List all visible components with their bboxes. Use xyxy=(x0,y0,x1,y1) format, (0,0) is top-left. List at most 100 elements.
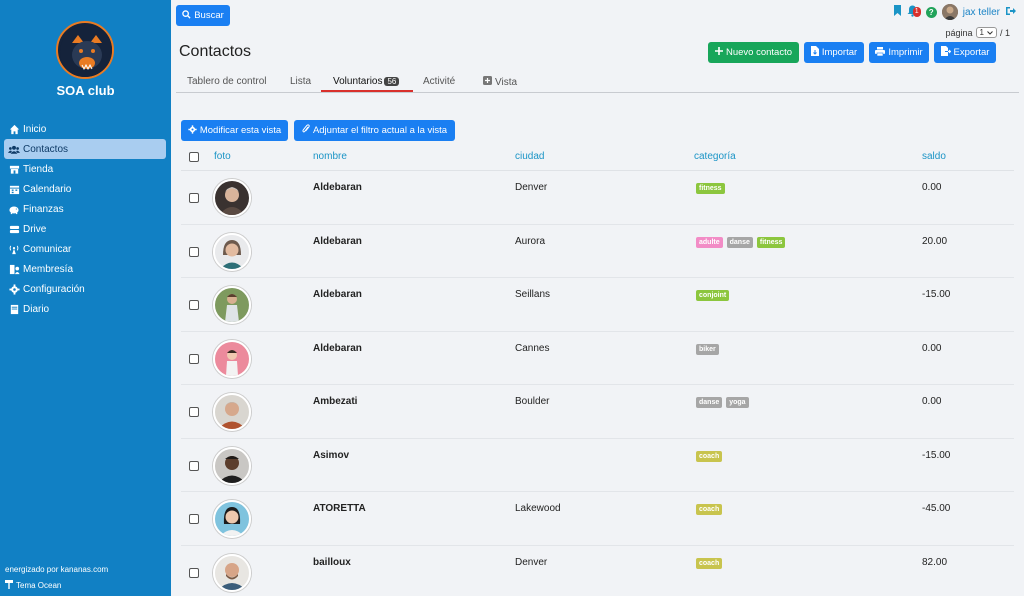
column-header-balance[interactable]: saldo xyxy=(922,151,946,162)
category-tag[interactable]: fitness xyxy=(696,183,725,194)
contact-balance: 0.00 xyxy=(922,396,942,407)
bookmark-icon[interactable] xyxy=(893,5,902,19)
table-row[interactable]: Ambezati Boulder danse yoga 0.00 xyxy=(181,385,1014,439)
print-button[interactable]: Imprimir xyxy=(869,42,929,63)
row-checkbox[interactable] xyxy=(189,193,199,203)
notifications[interactable]: 1 xyxy=(907,5,921,19)
category-tag[interactable]: coach xyxy=(696,557,723,569)
print-icon xyxy=(875,46,886,59)
table-row[interactable]: Aldebaran Seillans conjoint -15.00 xyxy=(181,278,1014,332)
tab-lista[interactable]: Lista xyxy=(290,76,311,87)
sidebar-item-diario[interactable]: Diario xyxy=(4,299,166,319)
row-checkbox[interactable] xyxy=(189,407,199,417)
contact-photo[interactable] xyxy=(213,179,251,217)
contact-name[interactable]: Aldebaran xyxy=(313,289,362,300)
club-logo[interactable] xyxy=(56,21,114,79)
contact-name[interactable]: bailloux xyxy=(313,557,351,568)
tab-add-view[interactable]: Vista xyxy=(483,76,517,88)
import-button[interactable]: Importar xyxy=(804,42,864,63)
sidebar-item-finanzas[interactable]: Finanzas xyxy=(4,199,166,219)
theme-label: Tema Ocean xyxy=(16,581,62,590)
help-icon[interactable]: ? xyxy=(925,6,937,18)
category-tags: coach xyxy=(696,450,723,462)
column-header-category[interactable]: categoría xyxy=(694,151,736,162)
column-header-photo[interactable]: foto xyxy=(214,151,231,162)
category-tag[interactable]: danse xyxy=(726,236,753,248)
row-checkbox[interactable] xyxy=(189,353,199,364)
sidebar-item-label: Diario xyxy=(23,303,50,315)
select-all-checkbox[interactable] xyxy=(189,152,199,162)
sidebar-item-contactos[interactable]: Contactos xyxy=(4,139,166,159)
plus-icon xyxy=(714,47,723,58)
logout-icon[interactable] xyxy=(1005,6,1016,19)
user-avatar[interactable] xyxy=(941,4,958,20)
table-row[interactable]: Aldebaran Denver fitness 0.00 xyxy=(181,171,1014,225)
page-select[interactable]: 1 xyxy=(975,27,997,38)
contact-balance: 0.00 xyxy=(922,182,942,193)
contact-photo[interactable] xyxy=(213,393,251,431)
row-checkbox[interactable] xyxy=(189,567,199,578)
column-header-city[interactable]: ciudad xyxy=(515,151,544,162)
row-checkbox[interactable] xyxy=(189,460,199,471)
table-row[interactable]: Aldebaran Aurora adulte danse fitness 20… xyxy=(181,225,1014,278)
contact-name[interactable]: Aldebaran xyxy=(313,343,362,354)
category-tag[interactable]: yoga xyxy=(726,397,749,408)
contact-photo[interactable] xyxy=(213,339,251,378)
contact-name[interactable]: Ambezati xyxy=(313,396,357,407)
sidebar-item-label: Contactos xyxy=(23,143,69,155)
user-name[interactable]: jax teller xyxy=(963,7,1000,18)
sidebar-item-tienda[interactable]: Tienda xyxy=(4,159,166,179)
contact-photo[interactable] xyxy=(213,553,251,592)
notification-count-badge: 1 xyxy=(912,7,921,17)
category-tag[interactable]: coach xyxy=(696,504,723,515)
tab-tablero[interactable]: Tablero de control xyxy=(187,76,267,87)
contact-photo[interactable] xyxy=(213,446,251,485)
tab-activite[interactable]: Activité xyxy=(423,76,455,87)
modify-view-button[interactable]: Modificar esta vista xyxy=(181,120,288,141)
contact-balance: 20.00 xyxy=(922,235,948,247)
column-header-name[interactable]: nombre xyxy=(313,151,347,162)
row-checkbox[interactable] xyxy=(189,246,199,257)
sidebar-item-inicio[interactable]: Inicio xyxy=(4,119,166,139)
sidebar-item-comunicar[interactable]: Comunicar xyxy=(4,239,166,259)
store-icon xyxy=(8,163,20,175)
contact-photo[interactable] xyxy=(213,232,251,271)
table-row[interactable]: bailloux Denver coach 82.00 xyxy=(181,546,1014,596)
sidebar-item-label: Membresía xyxy=(23,263,74,275)
category-tag[interactable]: coach xyxy=(696,450,723,462)
contact-name[interactable]: Asimov xyxy=(313,450,349,461)
sidebar-item-drive[interactable]: Drive xyxy=(4,219,166,239)
users-icon xyxy=(8,143,20,155)
export-button[interactable]: Exportar xyxy=(934,42,996,63)
contact-city: Lakewood xyxy=(515,503,561,514)
category-tag[interactable]: fitness xyxy=(756,236,786,248)
category-tag[interactable]: adulte xyxy=(696,236,723,248)
category-tag[interactable]: biker xyxy=(696,343,719,355)
row-checkbox[interactable] xyxy=(189,514,199,524)
powered-by[interactable]: energizado por kananas.com xyxy=(5,565,108,574)
category-tags: danse yoga xyxy=(696,397,749,408)
new-contact-button[interactable]: Nuevo contacto xyxy=(708,42,799,63)
table-row[interactable]: Asimov coach -15.00 xyxy=(181,439,1014,492)
contact-name[interactable]: ATORETTA xyxy=(313,503,366,514)
row-checkbox[interactable] xyxy=(189,300,199,310)
view-tabs: Tablero de control Lista Voluntarios 56 A… xyxy=(176,73,1019,93)
theme-switch[interactable]: Tema Ocean xyxy=(5,580,61,591)
category-tag[interactable]: danse xyxy=(696,397,723,408)
category-tag[interactable]: conjoint xyxy=(696,290,730,301)
modify-view-label: Modificar esta vista xyxy=(199,125,282,136)
table-row[interactable]: ATORETTA Lakewood coach -45.00 xyxy=(181,492,1014,546)
sidebar-item-calendario[interactable]: Calendario xyxy=(4,179,166,199)
contact-photo[interactable] xyxy=(213,500,251,538)
attach-filter-button[interactable]: Adjuntar el filtro actual a la vista xyxy=(294,120,455,141)
search-button[interactable]: Buscar xyxy=(176,5,230,26)
tab-voluntarios[interactable]: Voluntarios 56 xyxy=(333,76,400,87)
contact-photo[interactable] xyxy=(213,286,251,324)
contact-balance: 82.00 xyxy=(922,556,948,568)
sidebar-item-membresia[interactable]: Membresía xyxy=(4,259,166,279)
contact-name[interactable]: Aldebaran xyxy=(313,236,362,247)
sidebar-item-label: Tienda xyxy=(23,163,54,175)
contact-name[interactable]: Aldebaran xyxy=(313,182,362,193)
table-row[interactable]: Aldebaran Cannes biker 0.00 xyxy=(181,332,1014,385)
sidebar-item-configuracion[interactable]: Configuración xyxy=(4,279,166,299)
